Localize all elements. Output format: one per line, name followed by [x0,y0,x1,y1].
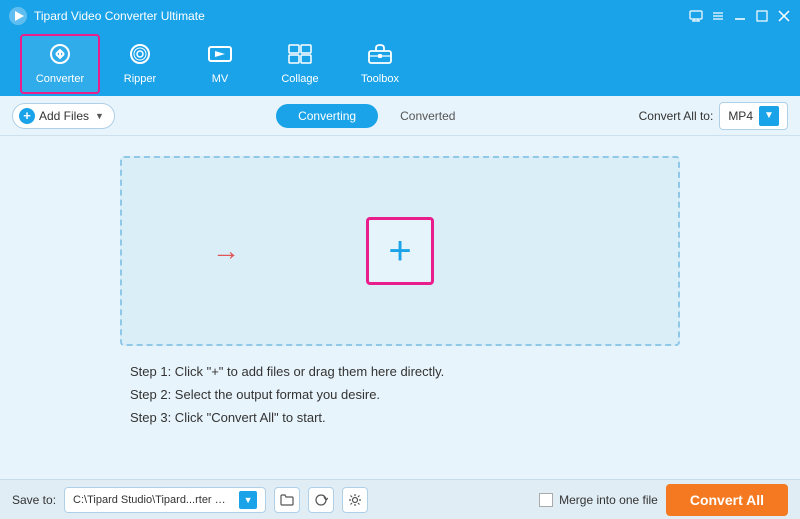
nav-label-ripper: Ripper [124,73,156,85]
tab-converted[interactable]: Converted [378,104,477,128]
app-title: Tipard Video Converter Ultimate [34,9,688,23]
open-folder-button[interactable] [274,487,300,513]
menu-icon[interactable] [710,8,726,24]
format-dropdown-arrow-icon: ▼ [759,106,779,126]
tab-converting[interactable]: Converting [276,104,378,128]
save-to-label: Save to: [12,493,56,507]
drop-zone[interactable]: → + [120,156,680,346]
merge-option: Merge into one file [539,493,658,507]
merge-checkbox[interactable] [539,493,553,507]
settings-button[interactable] [342,487,368,513]
app-logo [8,6,28,26]
convert-all-to-container: Convert All to: MP4 ▼ [639,102,788,130]
nav-item-converter[interactable]: Converter [20,34,100,94]
drag-arrow-icon: → [212,235,240,267]
nav-label-converter: Converter [36,73,84,85]
step-2: Step 2: Select the output format you des… [130,387,670,402]
bottom-bar: Save to: C:\Tipard Studio\Tipard...rter … [0,479,800,519]
convert-all-button[interactable]: Convert All [666,484,788,516]
monitor-icon[interactable] [688,8,704,24]
add-files-button[interactable]: + Add Files ▼ [12,103,115,129]
title-bar: Tipard Video Converter Ultimate [0,0,800,32]
collage-icon [287,43,313,71]
add-files-plus-icon: + [19,108,35,124]
mv-icon [207,43,233,71]
convert-all-to-label: Convert All to: [639,109,714,123]
nav-item-collage[interactable]: Collage [260,34,340,94]
toolbox-icon [367,43,393,71]
close-icon[interactable] [776,8,792,24]
add-files-label: Add Files [39,109,89,123]
sync-button[interactable] [308,487,334,513]
step-1: Step 1: Click "+" to add files or drag t… [130,364,670,379]
ripper-icon [127,43,153,71]
step-3: Step 3: Click "Convert All" to start. [130,410,670,425]
save-path-text: C:\Tipard Studio\Tipard...rter Ultimate\… [73,494,233,506]
save-path-select[interactable]: C:\Tipard Studio\Tipard...rter Ultimate\… [64,487,266,513]
title-controls [688,8,792,24]
nav-item-mv[interactable]: MV [180,34,260,94]
nav-label-collage: Collage [281,73,318,85]
nav-label-toolbox: Toolbox [361,73,399,85]
tabs-container: Converting Converted [115,104,639,128]
plus-icon: + [388,231,411,271]
add-files-plus-box[interactable]: + [366,217,434,285]
nav-item-toolbox[interactable]: Toolbox [340,34,420,94]
nav-label-mv: MV [212,73,229,85]
minimize-icon[interactable] [732,8,748,24]
path-dropdown-arrow-icon: ▼ [239,491,257,509]
format-select[interactable]: MP4 ▼ [719,102,788,130]
converter-icon [47,43,73,71]
merge-label: Merge into one file [559,493,658,507]
steps-area: Step 1: Click "+" to add files or drag t… [120,364,680,433]
add-files-dropdown-arrow: ▼ [95,111,104,121]
toolbar: + Add Files ▼ Converting Converted Conve… [0,96,800,136]
selected-format: MP4 [728,109,753,123]
nav-item-ripper[interactable]: Ripper [100,34,180,94]
nav-bar: Converter Ripper MV [0,32,800,96]
main-content: → + Step 1: Click "+" to add files or dr… [0,136,800,479]
maximize-icon[interactable] [754,8,770,24]
